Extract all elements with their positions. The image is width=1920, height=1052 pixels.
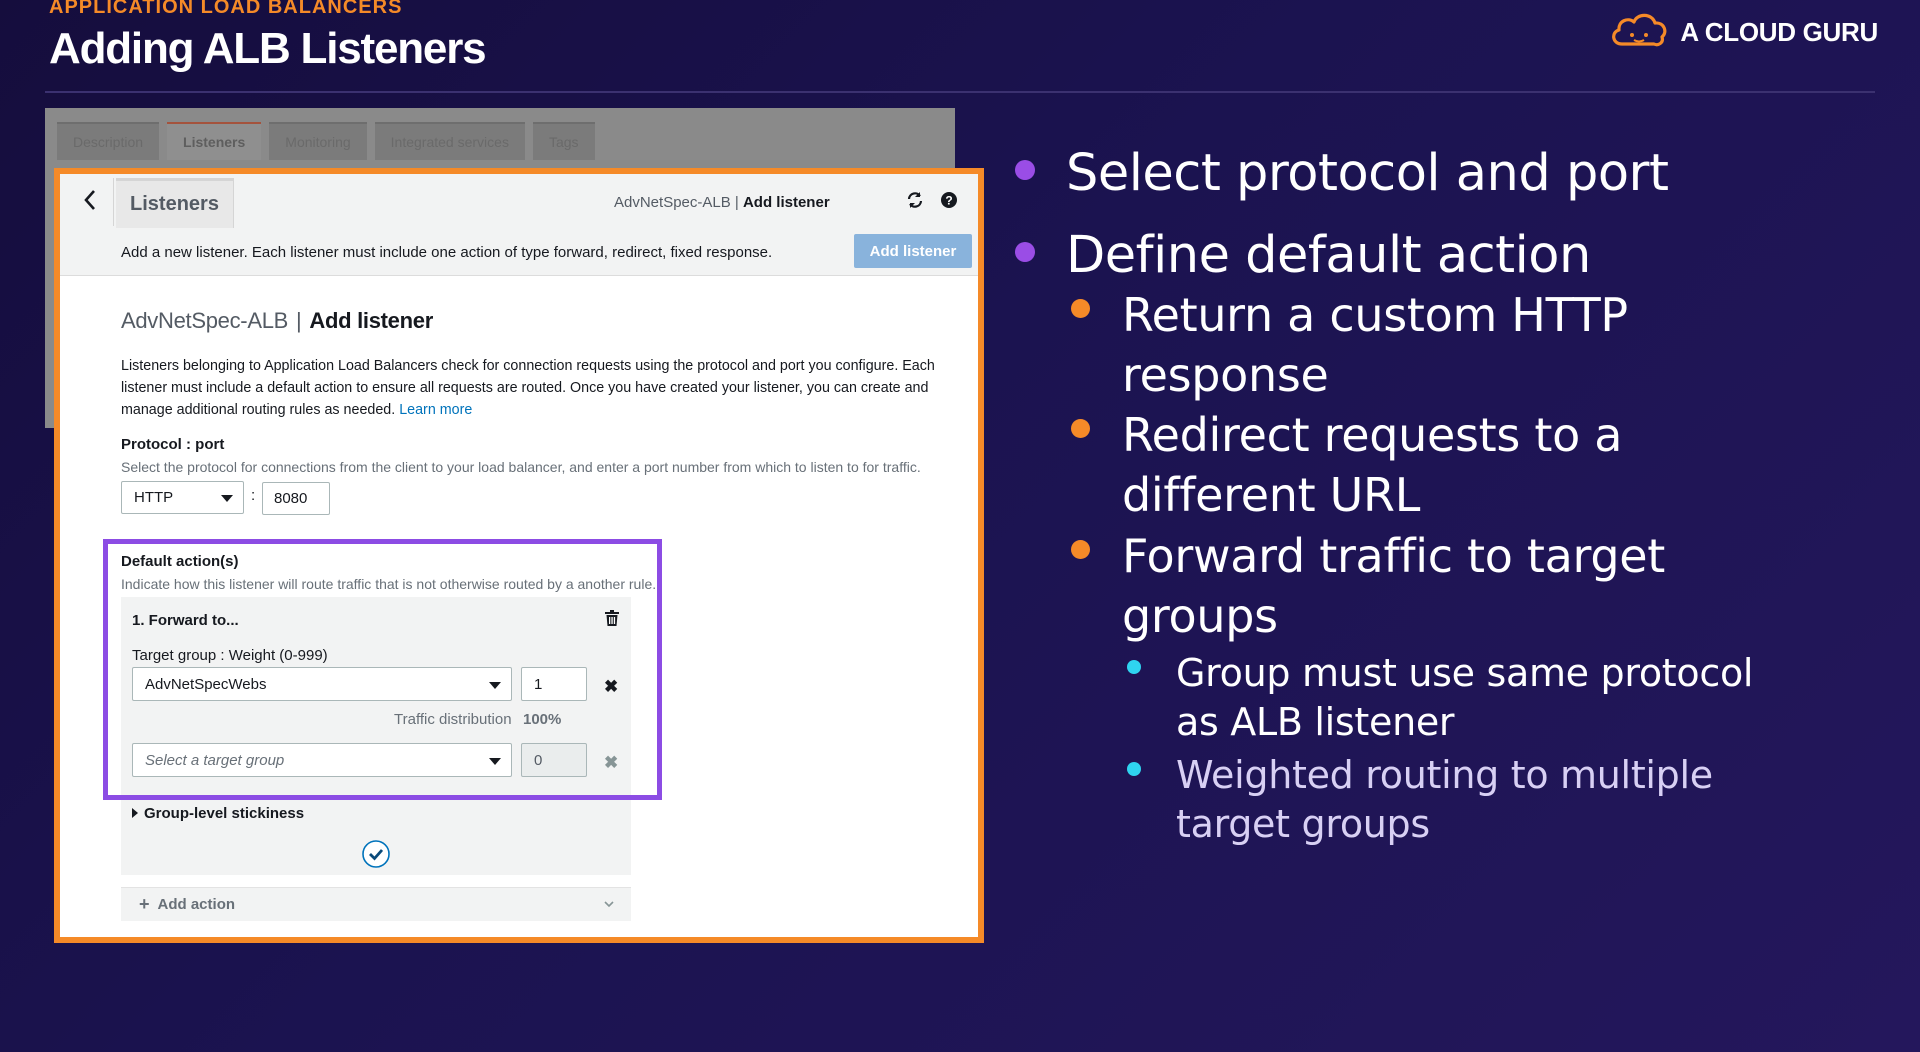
bullet-dot-purple xyxy=(1015,242,1035,262)
remove-target-icon[interactable]: ✖ xyxy=(604,677,618,697)
form-title-separator: | xyxy=(296,308,302,333)
bullet-line: Weighted routing to multiple xyxy=(1176,753,1713,797)
target-group-label: Target group : Weight (0-999) xyxy=(132,647,328,664)
target-group-select-value: AdvNetSpecWebs xyxy=(145,675,267,693)
bullet-line: target groups xyxy=(1176,802,1430,846)
port-separator: : xyxy=(251,487,256,504)
group-stickiness-label: Group-level stickiness xyxy=(144,805,305,822)
form-title-action: Add listener xyxy=(309,308,433,333)
bullet-return-custom-response: Return a custom HTTP response xyxy=(1122,285,1628,405)
brand-name: A CLOUD GURU xyxy=(1680,16,1878,47)
caret-right-icon xyxy=(132,808,138,818)
protocol-port-help: Select the protocol for connections from… xyxy=(121,459,921,475)
protocol-port-label: Protocol : port xyxy=(121,436,225,453)
trash-icon[interactable] xyxy=(605,610,619,631)
bullet-select-protocol: Select protocol and port xyxy=(1066,144,1669,203)
default-actions-label: Default action(s) xyxy=(121,553,239,570)
bullet-dot-cyan xyxy=(1127,660,1141,674)
bullet-line: response xyxy=(1122,348,1329,402)
bullet-dot-cyan xyxy=(1127,762,1141,776)
bullet-line: Redirect requests to a xyxy=(1122,408,1623,462)
panel-toolbar: Listeners AdvNetSpec-ALB | Add listener … xyxy=(60,174,978,276)
bullet-line: Group must use same protocol xyxy=(1176,651,1754,695)
form-description: Listeners belonging to Application Load … xyxy=(121,355,951,421)
bullet-forward-traffic: Forward traffic to target groups xyxy=(1122,526,1665,646)
header-divider xyxy=(45,91,1875,93)
weight-input[interactable]: 1 xyxy=(521,667,587,701)
form-title-alb-name: AdvNetSpec-ALB xyxy=(121,308,288,333)
add-action-button[interactable]: + Add action xyxy=(121,887,631,921)
target-group-select[interactable]: AdvNetSpecWebs xyxy=(132,667,512,701)
caret-down-icon xyxy=(489,758,501,765)
forward-action-card: 1. Forward to... Target group : Weight (… xyxy=(121,597,631,875)
remove-target-icon-disabled: ✖ xyxy=(604,753,619,772)
group-stickiness-toggle[interactable]: Group-level stickiness xyxy=(132,805,304,822)
caret-down-icon xyxy=(489,682,501,689)
port-input[interactable]: 8080 xyxy=(262,482,330,515)
bullet-dot-orange xyxy=(1071,419,1090,438)
default-actions-help: Indicate how this listener will route tr… xyxy=(121,576,657,592)
bullet-dot-orange xyxy=(1071,540,1090,559)
action-heading: 1. Forward to... xyxy=(132,612,239,629)
traffic-distribution-value: 100% xyxy=(523,711,562,728)
tab-listeners-header[interactable]: Listeners xyxy=(116,178,234,228)
protocol-select-value: HTTP xyxy=(134,489,174,506)
back-button[interactable] xyxy=(66,178,114,226)
caret-down-icon xyxy=(221,495,233,502)
add-listener-panel: Listeners AdvNetSpec-ALB | Add listener … xyxy=(54,168,984,943)
slide-title: Adding ALB Listeners xyxy=(49,24,487,73)
traffic-distribution-label: Traffic distribution xyxy=(394,711,512,728)
add-listener-button[interactable]: Add listener xyxy=(854,234,972,268)
bullet-line: different URL xyxy=(1122,468,1421,522)
panel-info-text: Add a new listener. Each listener must i… xyxy=(121,244,773,261)
cloud-logo-icon xyxy=(1608,10,1670,54)
bullet-line: Forward traffic to target xyxy=(1122,529,1665,583)
bullet-dot-orange xyxy=(1071,299,1090,318)
learn-more-link[interactable]: Learn more xyxy=(399,402,472,418)
bullet-line: Return a custom HTTP xyxy=(1122,288,1628,342)
console-tab-bar: Description Listeners Monitoring Integra… xyxy=(45,108,955,160)
refresh-icon[interactable] xyxy=(906,191,924,214)
bullet-line: as ALB listener xyxy=(1176,700,1455,744)
bullet-dot-purple xyxy=(1015,160,1035,180)
brand-logo: A CLOUD GURU xyxy=(1608,10,1878,54)
tab-tags[interactable]: Tags xyxy=(532,122,595,160)
protocol-select[interactable]: HTTP xyxy=(121,481,244,514)
plus-icon: + xyxy=(139,894,150,914)
tab-integrated-services[interactable]: Integrated services xyxy=(374,122,525,160)
svg-text:?: ? xyxy=(945,194,952,208)
bullet-define-default-action: Define default action xyxy=(1066,226,1591,285)
toolbar-icons: ? xyxy=(906,191,958,214)
breadcrumb: AdvNetSpec-ALB | Add listener xyxy=(614,194,830,211)
bullet-line: groups xyxy=(1122,589,1278,643)
chevron-left-icon xyxy=(83,189,97,216)
target-group-select-empty[interactable]: Select a target group xyxy=(132,743,512,777)
breadcrumb-parent: AdvNetSpec-ALB | xyxy=(614,194,739,211)
confirm-check-icon[interactable] xyxy=(361,839,391,874)
bullet-same-protocol: Group must use same protocol as ALB list… xyxy=(1176,649,1753,747)
chevron-down-icon xyxy=(603,897,615,914)
form-title: AdvNetSpec-ALB | Add listener xyxy=(121,308,433,334)
target-group-placeholder: Select a target group xyxy=(145,751,285,769)
bullet-redirect-requests: Redirect requests to a different URL xyxy=(1122,405,1622,525)
slide-eyebrow: APPLICATION LOAD BALANCERS xyxy=(49,0,403,18)
bullet-weighted-routing: Weighted routing to multiple target grou… xyxy=(1176,751,1713,849)
tab-description[interactable]: Description xyxy=(57,122,160,160)
help-icon[interactable]: ? xyxy=(940,191,958,214)
tab-monitoring[interactable]: Monitoring xyxy=(269,122,367,160)
tab-listeners[interactable]: Listeners xyxy=(167,122,262,160)
breadcrumb-current: Add listener xyxy=(742,194,830,211)
form-description-text: Listeners belonging to Application Load … xyxy=(121,358,935,418)
add-action-label: Add action xyxy=(157,896,236,913)
weight-input-disabled: 0 xyxy=(521,743,587,777)
